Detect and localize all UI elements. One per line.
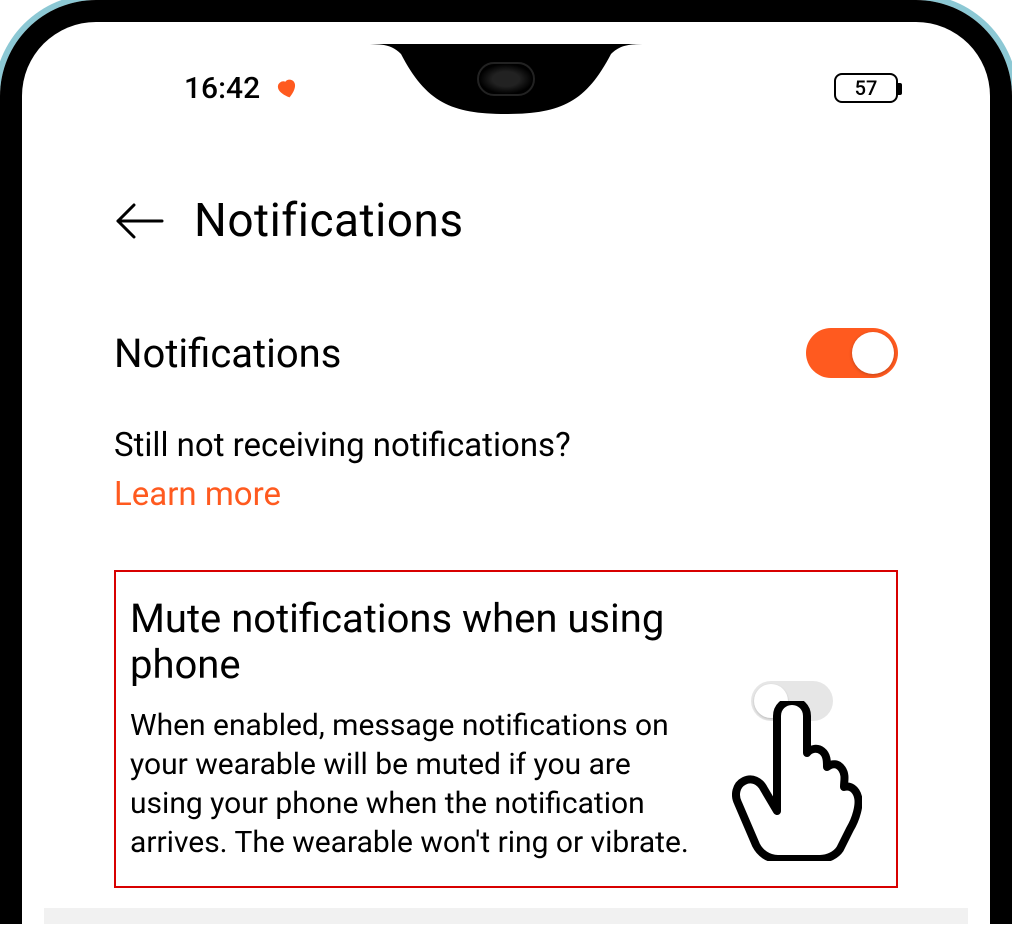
battery-indicator: 57 [834, 73, 898, 103]
battery-percent: 57 [855, 76, 878, 100]
mute-setting-highlight: Mute notifications when using phone When… [114, 570, 898, 888]
pointer-hand-icon [732, 701, 862, 861]
notifications-master-row: Notifications [114, 328, 898, 378]
mute-toggle[interactable] [751, 681, 833, 721]
notch [361, 44, 651, 124]
back-arrow-icon[interactable] [114, 201, 166, 241]
page-title: Notifications [194, 194, 464, 248]
notifications-toggle[interactable] [806, 328, 898, 378]
mute-title: Mute notifications when using phone [130, 596, 692, 688]
learn-more-link[interactable]: Learn more [114, 475, 898, 514]
section-divider [44, 908, 968, 924]
mute-description: When enabled, message notifications on y… [130, 706, 692, 862]
health-app-icon [274, 75, 300, 101]
notifications-label: Notifications [114, 330, 341, 377]
phone-frame: 16:42 57 Notifications [0, 0, 1012, 924]
phone-screen: 16:42 57 Notifications [44, 44, 968, 924]
status-time: 16:42 [184, 71, 260, 106]
front-camera [477, 62, 535, 96]
help-question: Still not receiving notifications? [114, 426, 898, 465]
